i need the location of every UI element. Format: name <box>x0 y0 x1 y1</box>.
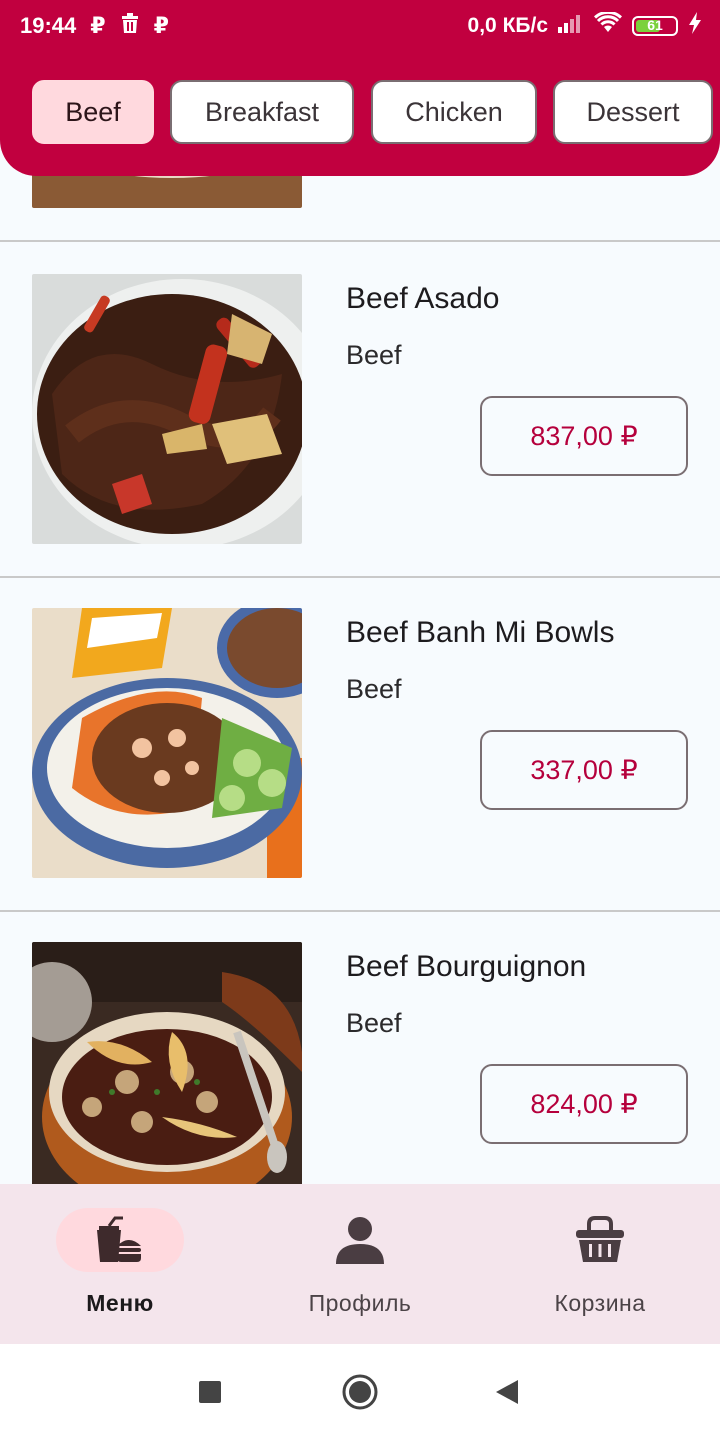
nav-item-cart[interactable]: Корзина <box>480 1184 720 1344</box>
menu-list[interactable]: Beef Asado Beef 837,00 ₽ Beef Banh Mi Bo… <box>0 150 720 1184</box>
price-button[interactable]: 824,00 ₽ <box>480 1064 688 1144</box>
home-button[interactable] <box>338 1370 382 1414</box>
trash-icon <box>120 12 140 40</box>
dish-category: Beef <box>346 340 402 370</box>
dish-photo <box>32 942 302 1184</box>
dish-photo <box>32 608 302 878</box>
nav-label: Меню <box>86 1290 154 1316</box>
battery-icon: 61 <box>632 16 678 36</box>
ruble-icon: ₽ <box>153 13 169 38</box>
charging-icon <box>688 12 702 40</box>
dish-category: Beef <box>346 1008 402 1038</box>
dish-name: Beef Asado <box>346 282 500 315</box>
wifi-icon <box>593 10 623 40</box>
dish-category: Beef <box>346 674 402 704</box>
status-left: 19:44 ₽ ₽ <box>20 12 169 40</box>
top-app-bar: 19:44 ₽ ₽ 0,0 КБ/с 61 Beef Breakfast Chi… <box>0 0 720 176</box>
chip-breakfast[interactable]: Breakfast <box>170 80 354 144</box>
status-right: 0,0 КБ/с 61 <box>467 10 702 40</box>
ruble-icon: ₽ <box>90 13 106 38</box>
category-chips: Beef Breakfast Chicken Dessert <box>32 80 720 144</box>
nav-label: Профиль <box>308 1290 412 1316</box>
list-item[interactable]: Beef Asado Beef 837,00 ₽ <box>0 244 720 578</box>
bottom-navigation: Меню Профиль Корзина <box>0 1184 720 1344</box>
signal-icon <box>558 13 584 39</box>
list-item[interactable]: Beef Banh Mi Bowls Beef 337,00 ₽ <box>0 578 720 912</box>
net-speed: 0,0 КБ/с <box>467 14 548 37</box>
chip-chicken[interactable]: Chicken <box>371 80 537 144</box>
price-button[interactable]: 337,00 ₽ <box>480 730 688 810</box>
dish-name: Beef Bourguignon <box>346 950 587 983</box>
basket-icon <box>575 1216 625 1264</box>
nav-label: Корзина <box>554 1290 646 1316</box>
list-item[interactable]: Beef Bourguignon Beef 824,00 ₽ <box>0 912 720 1184</box>
dish-name: Beef Banh Mi Bowls <box>346 616 615 649</box>
system-navigation-bar <box>0 1344 720 1440</box>
price-button[interactable]: 837,00 ₽ <box>480 396 688 476</box>
chip-dessert[interactable]: Dessert <box>553 80 713 144</box>
nav-item-profile[interactable]: Профиль <box>240 1184 480 1344</box>
status-bar: 19:44 ₽ ₽ 0,0 КБ/с 61 <box>0 0 720 52</box>
food-icon <box>95 1216 145 1264</box>
chip-beef[interactable]: Beef <box>32 80 154 144</box>
dish-photo <box>32 274 302 544</box>
recents-button[interactable] <box>188 1370 232 1414</box>
clock: 19:44 <box>20 13 77 38</box>
nav-item-menu[interactable]: Меню <box>0 1184 240 1344</box>
back-button[interactable] <box>486 1370 530 1414</box>
battery-level: 61 <box>647 17 663 33</box>
person-icon <box>335 1216 385 1264</box>
